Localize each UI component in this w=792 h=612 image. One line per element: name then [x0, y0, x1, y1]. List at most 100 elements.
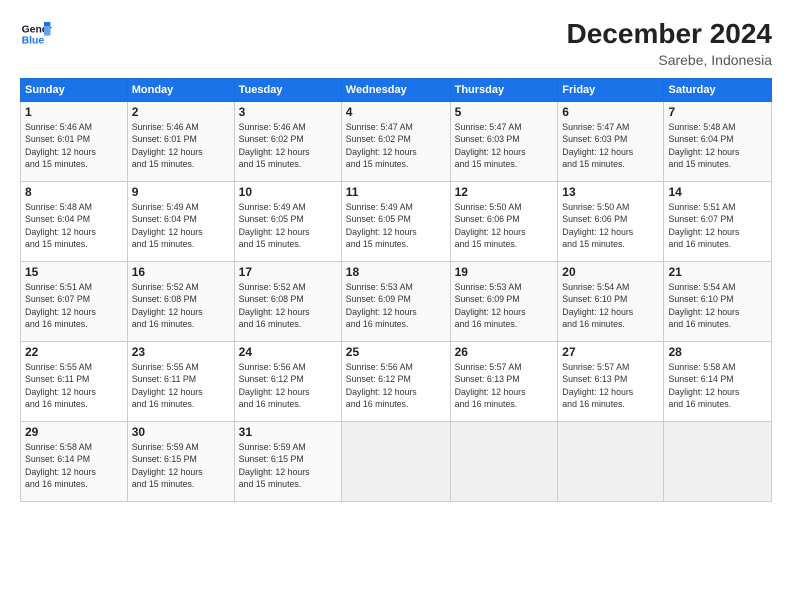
day-info: Sunrise: 5:54 AM Sunset: 6:10 PM Dayligh…	[668, 281, 767, 330]
day-number: 4	[346, 105, 446, 119]
table-row: 4 Sunrise: 5:47 AM Sunset: 6:02 PM Daylig…	[341, 102, 450, 182]
table-row: 15 Sunrise: 5:51 AM Sunset: 6:07 PM Dayli…	[21, 262, 128, 342]
day-info: Sunrise: 5:58 AM Sunset: 6:14 PM Dayligh…	[668, 361, 767, 410]
table-row: 8 Sunrise: 5:48 AM Sunset: 6:04 PM Daylig…	[21, 182, 128, 262]
table-row: 21Sunrise: 5:54 AM Sunset: 6:10 PM Dayli…	[664, 262, 772, 342]
day-info: Sunrise: 5:47 AM Sunset: 6:03 PM Dayligh…	[562, 121, 659, 170]
day-number: 18	[346, 265, 446, 279]
table-row	[664, 422, 772, 502]
day-number: 10	[239, 185, 337, 199]
table-row: 28 Sunrise: 5:58 AM Sunset: 6:14 PM Dayli…	[664, 342, 772, 422]
table-row: 24Sunrise: 5:56 AM Sunset: 6:12 PM Dayli…	[234, 342, 341, 422]
table-row: 5 Sunrise: 5:47 AM Sunset: 6:03 PM Daylig…	[450, 102, 558, 182]
table-row	[450, 422, 558, 502]
day-number: 6	[562, 105, 659, 119]
table-row: 22 Sunrise: 5:55 AM Sunset: 6:11 PM Dayli…	[21, 342, 128, 422]
day-number: 5	[455, 105, 554, 119]
table-row: 1 Sunrise: 5:46 AM Sunset: 6:01 PM Daylig…	[21, 102, 128, 182]
day-info: Sunrise: 5:53 AM Sunset: 6:09 PM Dayligh…	[455, 281, 554, 330]
col-wednesday: Wednesday	[341, 79, 450, 102]
table-row: 12 Sunrise: 5:50 AM Sunset: 6:06 PM Dayli…	[450, 182, 558, 262]
day-number: 9	[132, 185, 230, 199]
day-number: 28	[668, 345, 767, 359]
day-info: Sunrise: 5:52 AM Sunset: 6:08 PM Dayligh…	[239, 281, 337, 330]
day-info: Sunrise: 5:57 AM Sunset: 6:13 PM Dayligh…	[455, 361, 554, 410]
day-number: 25	[346, 345, 446, 359]
day-info: Sunrise: 5:47 AM Sunset: 6:03 PM Dayligh…	[455, 121, 554, 170]
table-row: 26 Sunrise: 5:57 AM Sunset: 6:13 PM Dayli…	[450, 342, 558, 422]
table-row: 6 Sunrise: 5:47 AM Sunset: 6:03 PM Daylig…	[558, 102, 664, 182]
day-info: Sunrise: 5:59 AM Sunset: 6:15 PM Dayligh…	[132, 441, 230, 490]
table-row: 9 Sunrise: 5:49 AM Sunset: 6:04 PM Daylig…	[127, 182, 234, 262]
table-row: 3 Sunrise: 5:46 AM Sunset: 6:02 PM Daylig…	[234, 102, 341, 182]
day-number: 15	[25, 265, 123, 279]
day-info: Sunrise: 5:47 AM Sunset: 6:02 PM Dayligh…	[346, 121, 446, 170]
table-row: 23 Sunrise: 5:55 AM Sunset: 6:11 PM Dayli…	[127, 342, 234, 422]
day-number: 23	[132, 345, 230, 359]
day-info: Sunrise: 5:56 AM Sunset: 6:12 PM Dayligh…	[346, 361, 446, 410]
day-number: 22	[25, 345, 123, 359]
table-row: 7Sunrise: 5:48 AM Sunset: 6:04 PM Daylig…	[664, 102, 772, 182]
table-row: 11Sunrise: 5:49 AM Sunset: 6:05 PM Dayli…	[341, 182, 450, 262]
logo-icon: General Blue	[20, 18, 52, 50]
table-row: 16 Sunrise: 5:52 AM Sunset: 6:08 PM Dayli…	[127, 262, 234, 342]
day-number: 26	[455, 345, 554, 359]
day-info: Sunrise: 5:54 AM Sunset: 6:10 PM Dayligh…	[562, 281, 659, 330]
calendar-header-row: Sunday Monday Tuesday Wednesday Thursday…	[21, 79, 772, 102]
day-info: Sunrise: 5:49 AM Sunset: 6:04 PM Dayligh…	[132, 201, 230, 250]
day-info: Sunrise: 5:57 AM Sunset: 6:13 PM Dayligh…	[562, 361, 659, 410]
day-number: 3	[239, 105, 337, 119]
day-info: Sunrise: 5:51 AM Sunset: 6:07 PM Dayligh…	[25, 281, 123, 330]
table-row: 29 Sunrise: 5:58 AM Sunset: 6:14 PM Dayli…	[21, 422, 128, 502]
title-block: December 2024 Sarebe, Indonesia	[567, 18, 772, 68]
table-row: 10 Sunrise: 5:49 AM Sunset: 6:05 PM Dayli…	[234, 182, 341, 262]
day-number: 8	[25, 185, 123, 199]
day-info: Sunrise: 5:55 AM Sunset: 6:11 PM Dayligh…	[25, 361, 123, 410]
table-row: 25 Sunrise: 5:56 AM Sunset: 6:12 PM Dayli…	[341, 342, 450, 422]
day-info: Sunrise: 5:50 AM Sunset: 6:06 PM Dayligh…	[455, 201, 554, 250]
day-number: 16	[132, 265, 230, 279]
col-thursday: Thursday	[450, 79, 558, 102]
col-friday: Friday	[558, 79, 664, 102]
day-info: Sunrise: 5:48 AM Sunset: 6:04 PM Dayligh…	[668, 121, 767, 170]
calendar-table: Sunday Monday Tuesday Wednesday Thursday…	[20, 78, 772, 502]
day-info: Sunrise: 5:58 AM Sunset: 6:14 PM Dayligh…	[25, 441, 123, 490]
day-info: Sunrise: 5:49 AM Sunset: 6:05 PM Dayligh…	[346, 201, 446, 250]
day-info: Sunrise: 5:49 AM Sunset: 6:05 PM Dayligh…	[239, 201, 337, 250]
day-number: 31	[239, 425, 337, 439]
subtitle: Sarebe, Indonesia	[567, 52, 772, 68]
day-info: Sunrise: 5:48 AM Sunset: 6:04 PM Dayligh…	[25, 201, 123, 250]
day-number: 20	[562, 265, 659, 279]
day-info: Sunrise: 5:46 AM Sunset: 6:01 PM Dayligh…	[25, 121, 123, 170]
day-number: 13	[562, 185, 659, 199]
main-title: December 2024	[567, 18, 772, 50]
table-row: 30Sunrise: 5:59 AM Sunset: 6:15 PM Dayli…	[127, 422, 234, 502]
table-row	[341, 422, 450, 502]
day-info: Sunrise: 5:46 AM Sunset: 6:02 PM Dayligh…	[239, 121, 337, 170]
table-row	[558, 422, 664, 502]
table-row: 17 Sunrise: 5:52 AM Sunset: 6:08 PM Dayli…	[234, 262, 341, 342]
table-row: 13 Sunrise: 5:50 AM Sunset: 6:06 PM Dayli…	[558, 182, 664, 262]
day-number: 1	[25, 105, 123, 119]
day-info: Sunrise: 5:52 AM Sunset: 6:08 PM Dayligh…	[132, 281, 230, 330]
day-number: 24	[239, 345, 337, 359]
logo: General Blue	[20, 18, 52, 50]
table-row: 27 Sunrise: 5:57 AM Sunset: 6:13 PM Dayli…	[558, 342, 664, 422]
day-number: 14	[668, 185, 767, 199]
day-number: 2	[132, 105, 230, 119]
col-sunday: Sunday	[21, 79, 128, 102]
day-info: Sunrise: 5:55 AM Sunset: 6:11 PM Dayligh…	[132, 361, 230, 410]
day-info: Sunrise: 5:59 AM Sunset: 6:15 PM Dayligh…	[239, 441, 337, 490]
table-row: 31 Sunrise: 5:59 AM Sunset: 6:15 PM Dayli…	[234, 422, 341, 502]
day-number: 17	[239, 265, 337, 279]
col-monday: Monday	[127, 79, 234, 102]
day-number: 29	[25, 425, 123, 439]
day-number: 12	[455, 185, 554, 199]
table-row: 18Sunrise: 5:53 AM Sunset: 6:09 PM Dayli…	[341, 262, 450, 342]
table-row: 20 Sunrise: 5:54 AM Sunset: 6:10 PM Dayli…	[558, 262, 664, 342]
header: General Blue December 2024 Sarebe, Indon…	[20, 18, 772, 68]
day-number: 27	[562, 345, 659, 359]
col-saturday: Saturday	[664, 79, 772, 102]
day-info: Sunrise: 5:46 AM Sunset: 6:01 PM Dayligh…	[132, 121, 230, 170]
day-info: Sunrise: 5:50 AM Sunset: 6:06 PM Dayligh…	[562, 201, 659, 250]
